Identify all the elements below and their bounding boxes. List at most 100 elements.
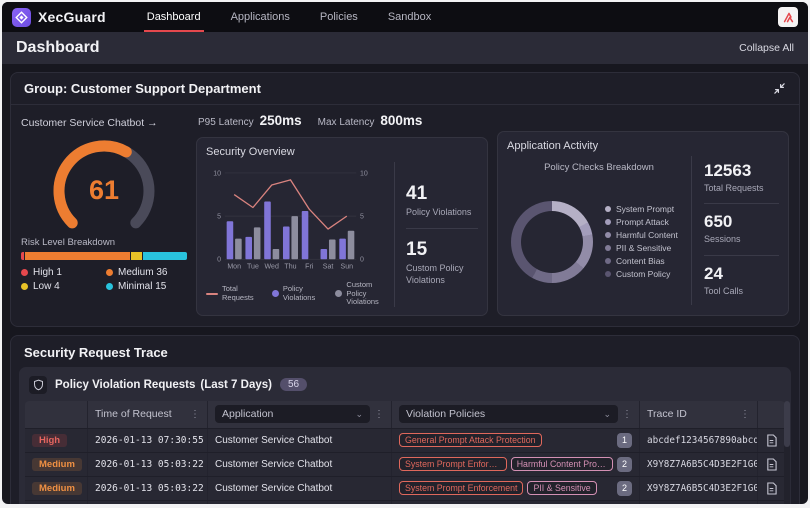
donut-hole	[521, 211, 583, 273]
donut-title: Policy Checks Breakdown	[507, 162, 691, 173]
chart-legend-item: Total Requests	[206, 285, 263, 302]
security-overview-card: Security Overview 00551010MonTueWedThuFr…	[196, 137, 488, 316]
trace-filter-label: Policy Violation Requests	[55, 379, 195, 391]
security-overview-legend: Total Requests Policy Violations Custom Po…	[206, 281, 390, 307]
donut-legend-item: Custom Policy	[605, 269, 678, 279]
trace-table-row[interactable]: High2026-01-13 07:30:55Customer Service …	[25, 428, 785, 452]
violation-policies-cell: General Prompt Attack Protection1	[391, 429, 639, 452]
chart-legend-item: Custom Policy Violations	[335, 281, 390, 307]
violation-policies-cell: Custom Policy: Language Output Restricti…	[391, 501, 639, 504]
shield-icon	[29, 376, 47, 394]
chevron-down-icon: ⌄	[603, 409, 611, 420]
application-column-header: Application⌄ ⋮	[207, 401, 391, 428]
donut-legend: System Prompt Prompt Attack Harmful Conten…	[605, 204, 678, 279]
violation-policies-filter-dropdown[interactable]: Violation Policies⌄	[399, 405, 618, 423]
security-overview-chart: 00551010MonTueWedThuFriSatSun	[206, 162, 390, 274]
divider	[406, 228, 478, 229]
app-window: XecGuard Dashboard Applications Policies…	[2, 2, 808, 504]
table-scrollbar[interactable]	[784, 401, 790, 504]
collapse-icon	[773, 82, 786, 95]
severity-badge: Medium	[32, 482, 82, 495]
trace-table-row[interactable]: Medium2026-01-13 04:12:45Customer Servic…	[25, 500, 785, 504]
nav-tab-sandbox[interactable]: Sandbox	[375, 2, 444, 32]
column-menu-icon[interactable]: ⋮	[740, 409, 750, 420]
brand[interactable]: XecGuard	[12, 2, 106, 32]
actions-column-header	[757, 401, 785, 428]
svg-text:Thu: Thu	[284, 264, 296, 271]
risk-legend-item: High 1	[21, 267, 102, 278]
chart-legend-item: Policy Violations	[272, 285, 327, 302]
trace-id-cell: Q1R2S3T4U5V6W7X8Y9Z0A...	[639, 501, 757, 504]
legend-dot-icon	[21, 283, 28, 290]
svg-text:Sat: Sat	[323, 264, 334, 271]
page-header: Dashboard Collapse All	[2, 32, 808, 64]
application-activity-title: Application Activity	[507, 140, 779, 152]
collapse-all-button[interactable]: Collapse All	[739, 42, 794, 54]
risk-segment-high	[21, 252, 24, 260]
view-trace-document-button[interactable]	[765, 434, 778, 447]
risk-legend-item: Minimal 15	[106, 281, 187, 292]
legend-dot-icon	[605, 219, 611, 225]
trace-id-column-header: Trace ID⋮	[639, 401, 757, 428]
nav-tab-policies[interactable]: Policies	[307, 2, 371, 32]
donut-legend-item: System Prompt	[605, 204, 678, 214]
security-request-trace-card: Security Request Trace Policy Violation …	[10, 335, 800, 504]
application-cell: Customer Service Chatbot	[207, 477, 391, 500]
trace-table-row[interactable]: Medium2026-01-13 05:03:22Customer Servic…	[25, 452, 785, 476]
legend-swatch-icon	[206, 293, 218, 295]
legend-swatch-icon	[272, 290, 279, 297]
violation-policies-column-header: Violation Policies⌄ ⋮	[391, 401, 639, 428]
svg-text:Fri: Fri	[305, 264, 314, 271]
donut-legend-item: Prompt Attack	[605, 217, 678, 227]
top-nav-bar: XecGuard Dashboard Applications Policies…	[2, 2, 808, 32]
application-cell: Customer Service Chatbot	[207, 453, 391, 476]
document-icon	[766, 434, 777, 447]
legend-dot-icon	[605, 206, 611, 212]
risk-stacked-bar	[21, 252, 187, 260]
column-menu-icon[interactable]: ⋮	[190, 409, 200, 420]
donut-legend-item: Harmful Content	[605, 230, 678, 240]
svg-text:10: 10	[360, 170, 368, 177]
policy-count-badge: 2	[617, 481, 632, 496]
policy-count-badge: 1	[617, 433, 632, 448]
application-link[interactable]: Customer Service Chatbot →	[21, 117, 187, 129]
legend-dot-icon	[605, 271, 611, 277]
application-cell: Customer Service Chatbot	[207, 429, 391, 452]
column-menu-icon[interactable]: ⋮	[622, 409, 632, 420]
risk-breakdown-title: Risk Level Breakdown	[21, 237, 187, 248]
risk-legend-item: Medium 36	[106, 267, 187, 278]
time-cell: 2026-01-13 07:30:55	[87, 429, 207, 452]
trace-table-row[interactable]: Medium2026-01-13 05:03:22Customer Servic…	[25, 476, 785, 500]
p95-latency-label: P95 Latency	[198, 117, 254, 128]
tool-calls-stat: 24 Tool Calls	[704, 255, 779, 303]
nav-tab-applications[interactable]: Applications	[218, 2, 303, 32]
actions-cell	[757, 477, 785, 500]
view-trace-document-button[interactable]	[765, 482, 778, 495]
trace-filter-period: (Last 7 Days)	[200, 379, 272, 391]
severity-badge: Medium	[32, 458, 82, 471]
violation-policies-cell: System Prompt EnforcementHarmful Content…	[391, 453, 639, 476]
actions-cell	[757, 501, 785, 504]
risk-legend: High 1Medium 36Low 4Minimal 15	[21, 267, 187, 292]
svg-text:0: 0	[360, 257, 364, 264]
policy-chip: System Prompt Enforcement	[399, 481, 523, 495]
policy-checks-donut-chart	[511, 201, 593, 283]
violation-policies-cell: System Prompt EnforcementPII & Sensitive…	[391, 477, 639, 500]
max-latency-value: 800ms	[380, 113, 422, 128]
application-filter-dropdown[interactable]: Application⌄	[215, 405, 370, 423]
company-logo-button[interactable]	[778, 7, 798, 27]
brand-name: XecGuard	[38, 9, 106, 25]
arrow-icon: →	[147, 117, 158, 129]
time-cell: 2026-01-13 04:12:45	[87, 501, 207, 504]
view-trace-document-button[interactable]	[765, 458, 778, 471]
nav-tab-dashboard[interactable]: Dashboard	[134, 2, 214, 32]
group-title: Group: Customer Support Department	[24, 81, 261, 96]
legend-dot-icon	[21, 269, 28, 276]
violation-count-badge: 56	[280, 378, 307, 391]
main-nav: Dashboard Applications Policies Sandbox	[134, 2, 445, 32]
red-a-logo-icon	[782, 11, 795, 24]
collapse-group-button[interactable]	[773, 82, 786, 95]
svg-text:5: 5	[217, 213, 221, 220]
column-menu-icon[interactable]: ⋮	[374, 409, 384, 420]
time-column-header: Time of Request⋮	[87, 401, 207, 428]
